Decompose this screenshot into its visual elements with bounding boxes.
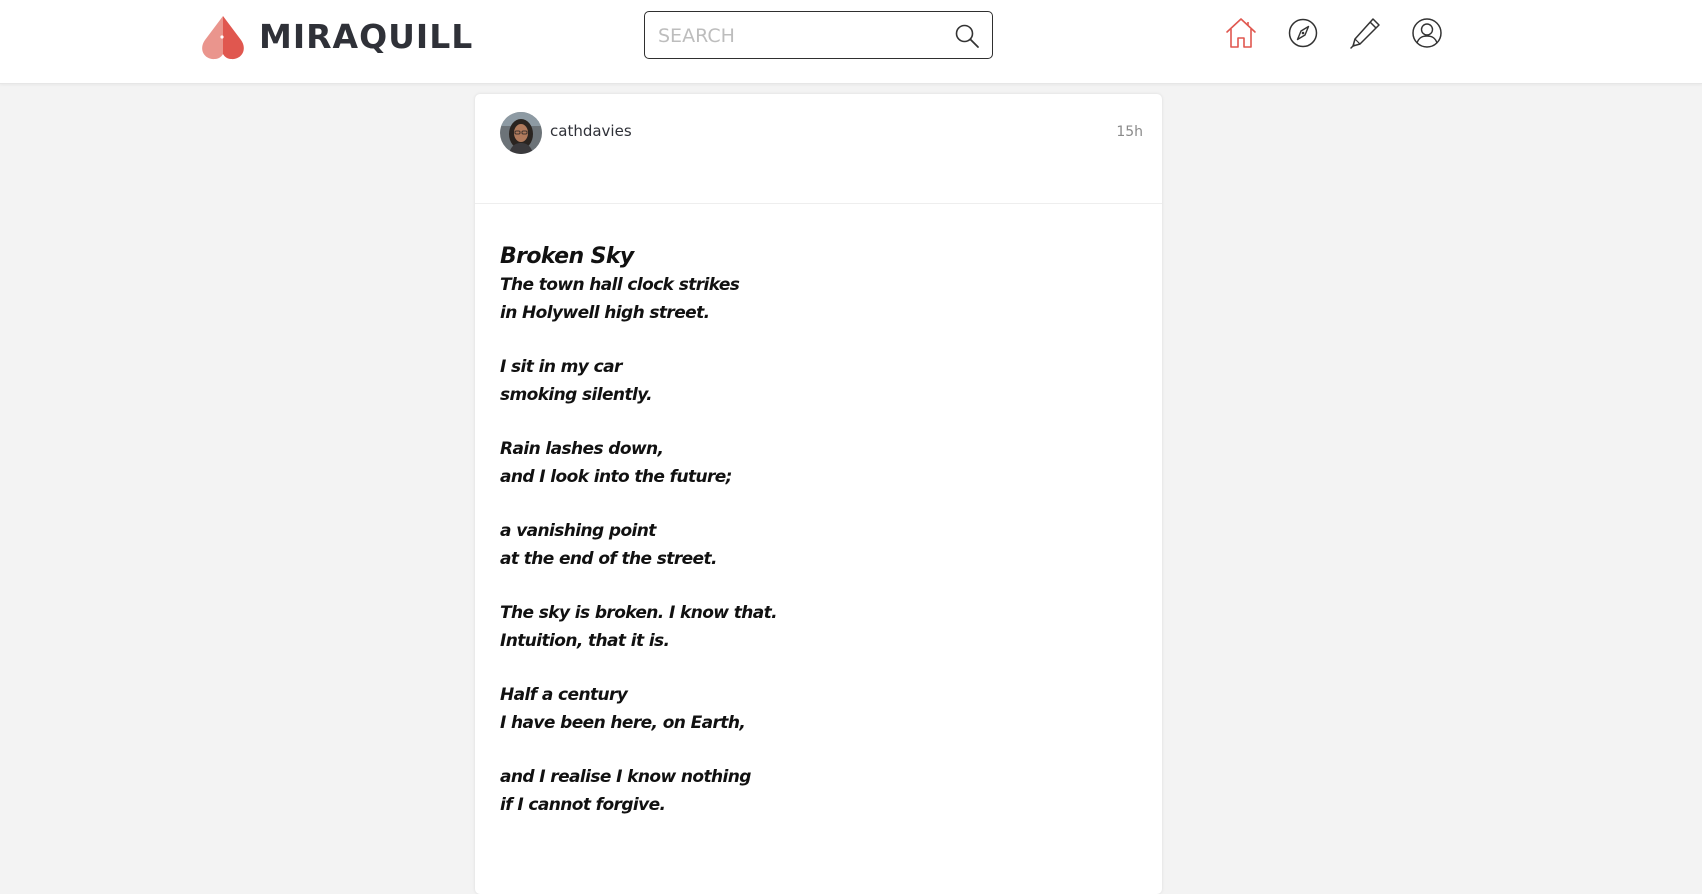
poem-line: and I look into the future; [500,466,732,487]
home-icon[interactable] [1224,16,1258,50]
poem-stanza: and I realise I know nothing if I cannot … [500,764,1120,819]
post-card: cathdavies 15h Broken Sky The town hall … [475,94,1162,894]
poem-line: The sky is broken. I know that. [500,603,778,623]
post-header: cathdavies 15h [475,94,1162,204]
poem-line: I sit in my car [500,357,622,377]
poem-stanza: Half a century I have been here, on Earth… [500,682,1120,737]
heart-drop-logo-icon [202,16,244,60]
search-box [644,11,993,59]
search-icon[interactable] [954,23,980,49]
poem-body: Broken Sky The town hall clock strikes in… [500,242,1120,846]
post-timestamp: 15h [1116,124,1143,140]
poem-line: a vanishing point [500,521,656,541]
poem-line: Rain lashes down, [500,439,664,459]
poem-stanza: I sit in my car smoking silently. [500,354,1120,409]
poem-line: in Holywell high street. [500,302,710,323]
top-bar: MIRAQUILL [0,0,1702,84]
compass-icon[interactable] [1286,16,1320,50]
user-icon[interactable] [1410,16,1444,50]
avatar-image [500,112,542,154]
poem-stanza: a vanishing point at the end of the stree… [500,518,1120,573]
brand-name: MIRAQUILL [259,16,474,56]
poem-line: if I cannot forgive. [500,794,666,815]
poem-line: Intuition, that it is. [500,630,670,651]
poem-stanza: Rain lashes down, and I look into the fut… [500,436,1120,491]
poem-line: I have been here, on Earth, [500,712,746,733]
avatar[interactable] [500,112,542,154]
poem-line: at the end of the street. [500,548,717,569]
poem-stanza: The town hall clock strikes in Holywell h… [500,272,1120,327]
poem-line: and I realise I know nothing [500,767,751,787]
poem-line: Half a century [500,685,628,705]
pen-icon[interactable] [1348,16,1382,50]
poem-stanzas: The town hall clock strikes in Holywell h… [500,272,1120,819]
poem-stanza: The sky is broken. I know that. Intuition… [500,600,1120,655]
brand-logo-link[interactable]: MIRAQUILL [195,12,473,60]
poem-line: smoking silently. [500,384,653,405]
poem-line: The town hall clock strikes [500,275,740,295]
search-input[interactable] [656,20,950,52]
poem-title: Broken Sky [500,244,634,269]
author-username[interactable]: cathdavies [550,122,632,140]
